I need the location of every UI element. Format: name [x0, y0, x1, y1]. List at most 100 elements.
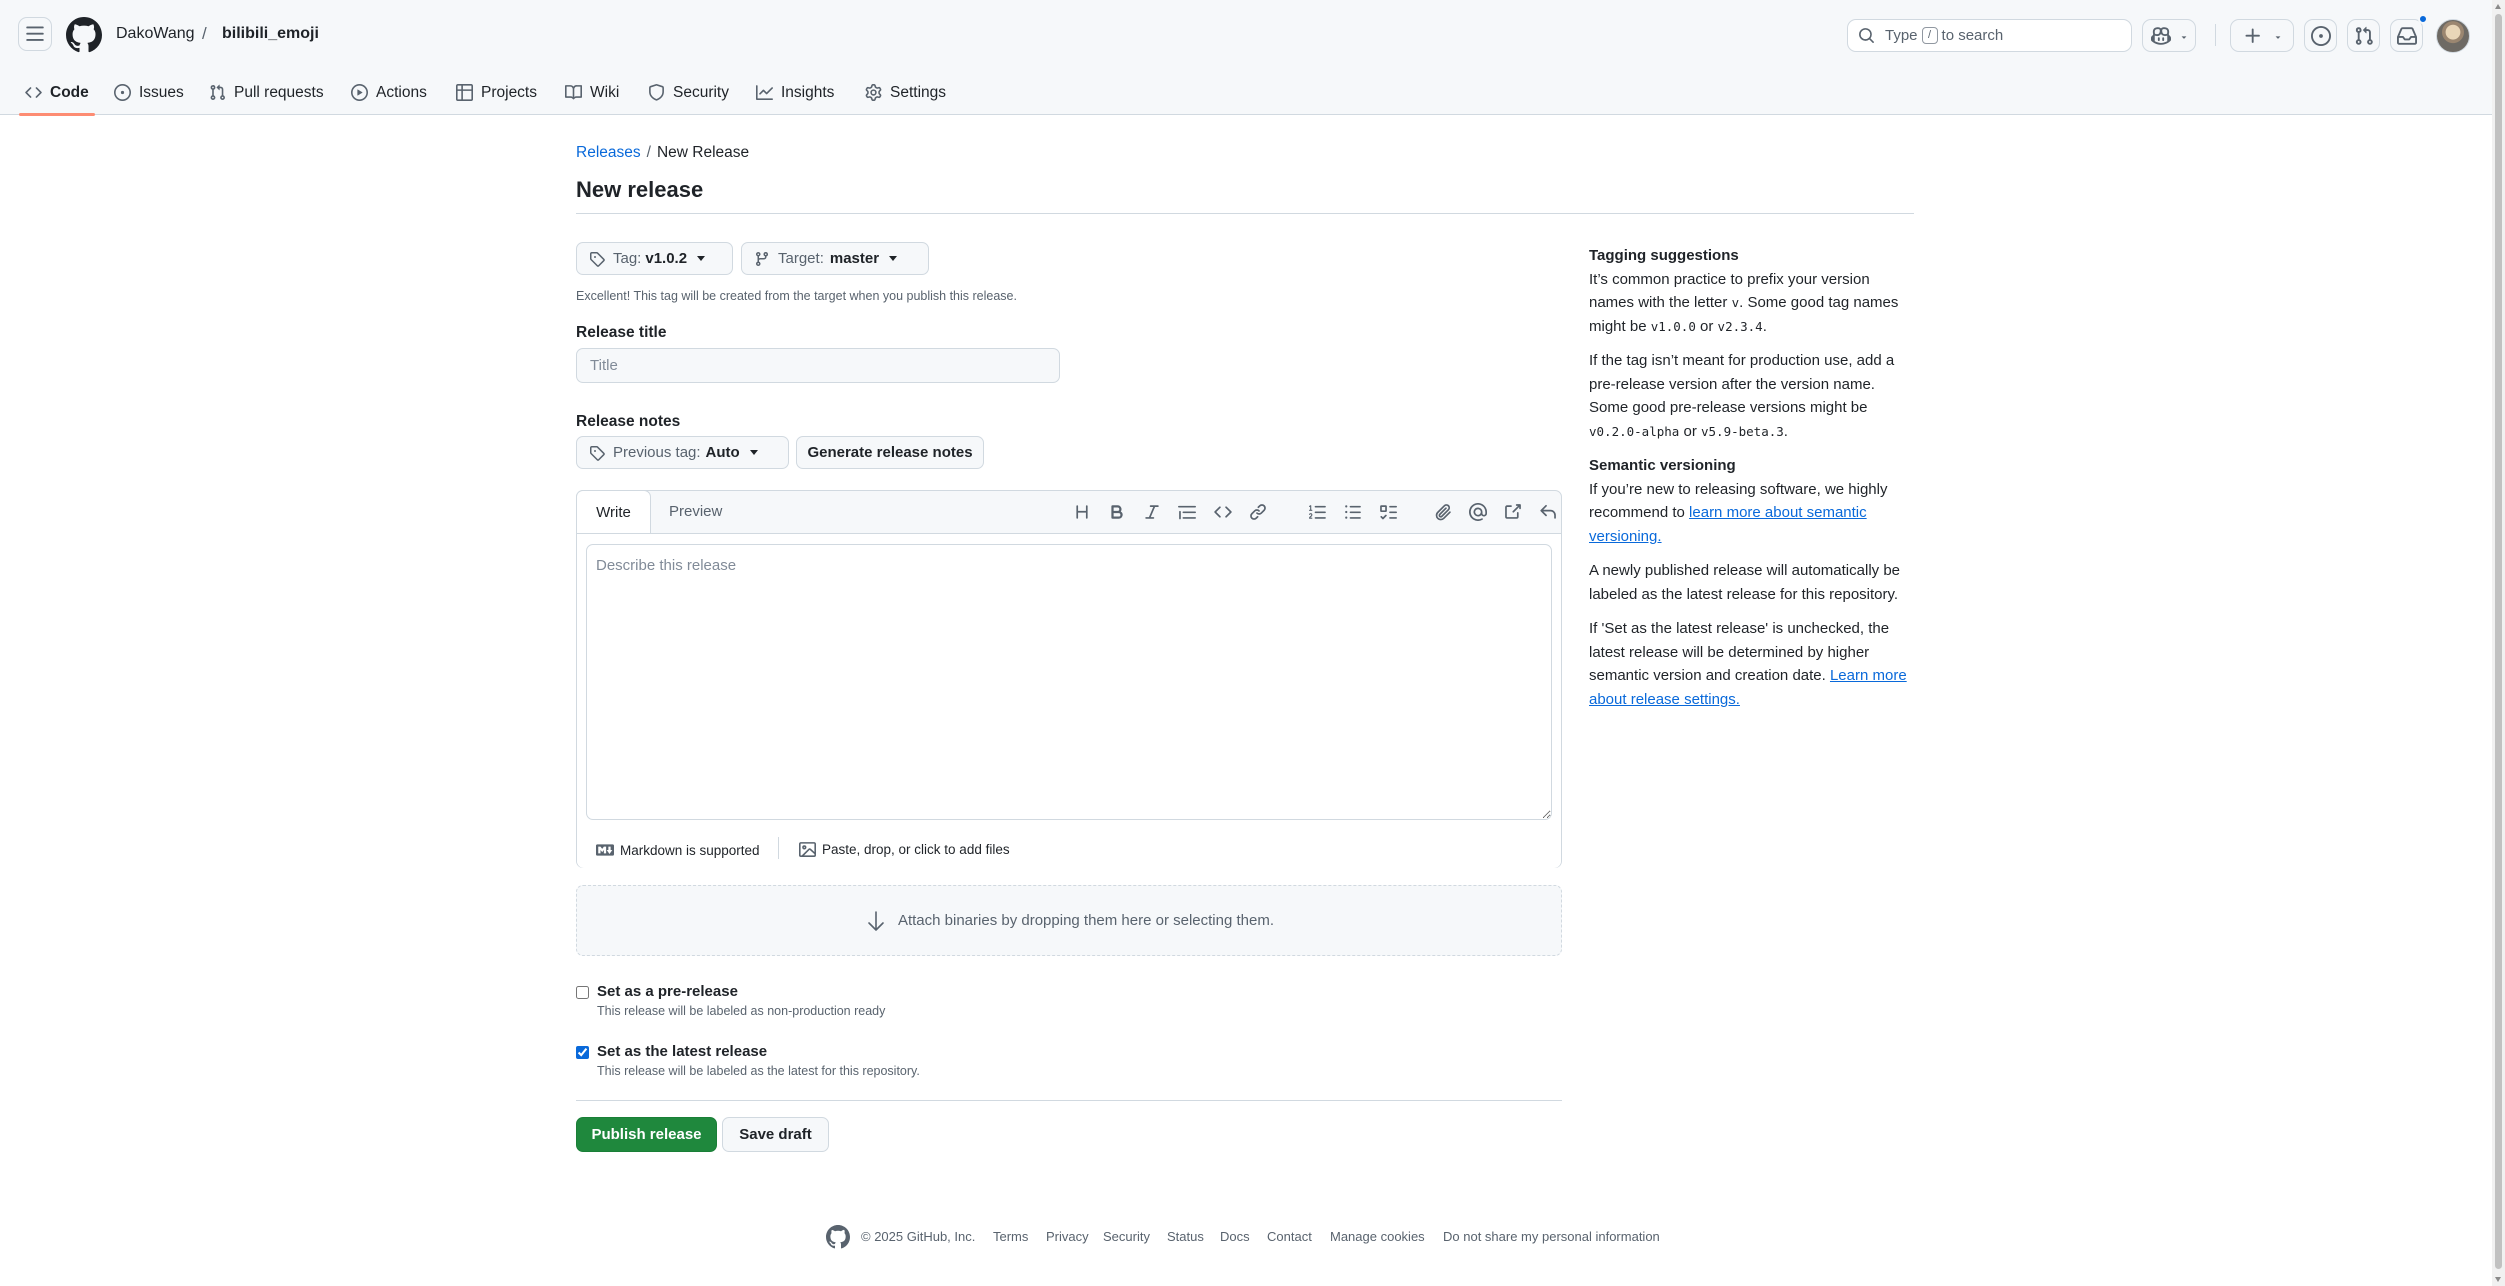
heading-icon[interactable] — [1072, 502, 1092, 522]
breadcrumb: Releases / New Release — [576, 144, 749, 162]
your-issues-button[interactable] — [2304, 19, 2337, 52]
repo-owner-link[interactable]: DakoWang — [116, 25, 195, 43]
previous-tag-button[interactable]: Previous tag: Auto — [576, 436, 789, 469]
chevron-down-icon — [889, 256, 898, 261]
tab-settings-label: Settings — [890, 83, 947, 101]
scroll-down-arrow[interactable] — [2495, 1277, 2501, 1282]
tab-pull-requests[interactable]: Pull requests — [209, 70, 324, 115]
latest-release-checkbox[interactable] — [576, 1046, 589, 1059]
create-new-button[interactable] — [2230, 19, 2294, 52]
footer-link-docs[interactable]: Docs — [1220, 1229, 1250, 1244]
git-branch-icon — [755, 251, 768, 266]
latest-release-label[interactable]: Set as the latest release — [597, 1043, 767, 1060]
target-label: Target: — [778, 250, 824, 267]
choose-target-button[interactable]: Target: master — [741, 242, 929, 275]
chevron-down-icon — [749, 450, 758, 455]
tab-actions[interactable]: Actions — [351, 70, 427, 115]
ordered-list-icon[interactable] — [1308, 502, 1328, 522]
repo-name-link[interactable]: bilibili_emoji — [222, 25, 319, 43]
copilot-icon — [2151, 26, 2171, 45]
page-scrollbar[interactable] — [2492, 0, 2505, 1286]
save-draft-button[interactable]: Save draft — [722, 1117, 829, 1152]
tab-code[interactable]: Code — [19, 70, 95, 116]
editor-footer: Markdown is supported Paste, drop, or cl… — [577, 829, 1561, 869]
task-list-icon[interactable] — [1378, 502, 1398, 522]
target-value: master — [829, 250, 880, 267]
tab-insights[interactable]: Insights — [756, 70, 834, 115]
semantic-versioning-text: If you’re new to releasing software, we … — [1589, 478, 1914, 549]
release-notes-editor: Write Preview Markdown is supported — [576, 490, 1562, 868]
prerelease-label[interactable]: Set as a pre-release — [597, 983, 738, 1000]
github-logo[interactable] — [66, 17, 102, 53]
tab-projects[interactable]: Projects — [456, 70, 537, 115]
cross-reference-icon[interactable] — [1503, 502, 1523, 522]
search-suffix: to search — [1941, 27, 2004, 44]
tab-preview[interactable]: Preview — [669, 503, 722, 520]
sidebar-text: If the tag isn’t meant for production us… — [1589, 352, 1895, 416]
undo-icon[interactable] — [1538, 502, 1558, 522]
editor-body: Markdown is supported Paste, drop, or cl… — [577, 533, 1561, 868]
latest-release-settings-text: If 'Set as the latest release' is unchec… — [1589, 617, 1914, 711]
tab-security[interactable]: Security — [648, 70, 729, 115]
italic-icon[interactable] — [1142, 502, 1162, 522]
gear-icon — [865, 84, 882, 101]
issue-icon — [2310, 25, 2331, 46]
breadcrumb-current: New Release — [656, 144, 750, 161]
prerelease-description: This release will be labeled as non-prod… — [597, 1004, 886, 1018]
attach-icon[interactable] — [1433, 502, 1453, 522]
link-icon[interactable] — [1248, 502, 1268, 522]
footer-link-manage-cookies[interactable]: Manage cookies — [1330, 1229, 1425, 1244]
search-prefix: Type — [1885, 27, 1918, 44]
code-sample: v2.3.4 — [1717, 318, 1763, 334]
latest-release-info: A newly published release will automatic… — [1589, 562, 1901, 603]
choose-tag-button[interactable]: Tag: v1.0.2 — [576, 242, 733, 275]
unordered-list-icon[interactable] — [1343, 502, 1363, 522]
tab-settings[interactable]: Settings — [865, 70, 946, 115]
arrow-down-icon — [868, 910, 884, 931]
tagging-suggestions-text: It’s common practice to prefix your vers… — [1589, 268, 1914, 339]
your-pull-requests-button[interactable] — [2347, 19, 2380, 52]
code-icon[interactable] — [1213, 502, 1233, 522]
tab-write[interactable]: Write — [576, 490, 651, 534]
markdown-supported-link[interactable]: Markdown is supported — [596, 841, 760, 859]
releases-link[interactable]: Releases — [576, 144, 641, 161]
image-icon — [799, 842, 816, 857]
footer-link-privacy[interactable]: Privacy — [1046, 1229, 1089, 1244]
release-title-input[interactable] — [576, 348, 1060, 383]
publish-release-button[interactable]: Publish release — [576, 1117, 717, 1152]
prerelease-suggestions-text: If the tag isn’t meant for production us… — [1589, 349, 1914, 443]
quote-icon[interactable] — [1177, 502, 1197, 522]
tab-wiki[interactable]: Wiki — [565, 70, 619, 115]
avatar[interactable] — [2436, 19, 2470, 53]
book-icon — [565, 85, 582, 100]
tab-issues[interactable]: Issues — [114, 70, 184, 115]
notifications-button[interactable] — [2390, 19, 2423, 52]
add-files-button[interactable]: Paste, drop, or click to add files — [799, 841, 1010, 858]
github-logo[interactable] — [826, 1225, 850, 1249]
prerelease-checkbox[interactable] — [576, 986, 589, 999]
scroll-up-arrow[interactable] — [2495, 4, 2501, 9]
tab-insights-label: Insights — [781, 83, 835, 101]
footer-link-do-not-share[interactable]: Do not share my personal information — [1443, 1229, 1660, 1244]
code-icon — [25, 87, 42, 98]
binaries-dropzone[interactable]: Attach binaries by dropping them here or… — [576, 885, 1562, 956]
plus-icon — [2245, 28, 2260, 43]
search-icon — [1859, 28, 1874, 43]
hamburger-icon[interactable] — [18, 17, 52, 51]
footer-link-security[interactable]: Security — [1103, 1229, 1150, 1244]
tag-icon — [590, 445, 605, 461]
search-input[interactable]: Type / to search — [1847, 19, 2132, 52]
mention-icon[interactable] — [1468, 502, 1488, 522]
form-divider — [576, 1100, 1562, 1101]
release-notes-textarea[interactable] — [586, 544, 1552, 820]
copilot-button[interactable] — [2142, 19, 2196, 52]
footer-link-status[interactable]: Status — [1167, 1229, 1204, 1244]
markdown-note: Markdown is supported — [620, 842, 760, 858]
bold-icon[interactable] — [1107, 502, 1127, 522]
scroll-thumb[interactable] — [2495, 14, 2502, 1269]
generate-release-notes-button[interactable]: Generate release notes — [796, 436, 984, 469]
footer-link-contact[interactable]: Contact — [1267, 1229, 1312, 1244]
header-top-bar: DakoWang / bilibili_emoji Type / to sear… — [0, 0, 2492, 70]
tag-value: v1.0.2 — [645, 250, 688, 267]
footer-link-terms[interactable]: Terms — [993, 1229, 1028, 1244]
